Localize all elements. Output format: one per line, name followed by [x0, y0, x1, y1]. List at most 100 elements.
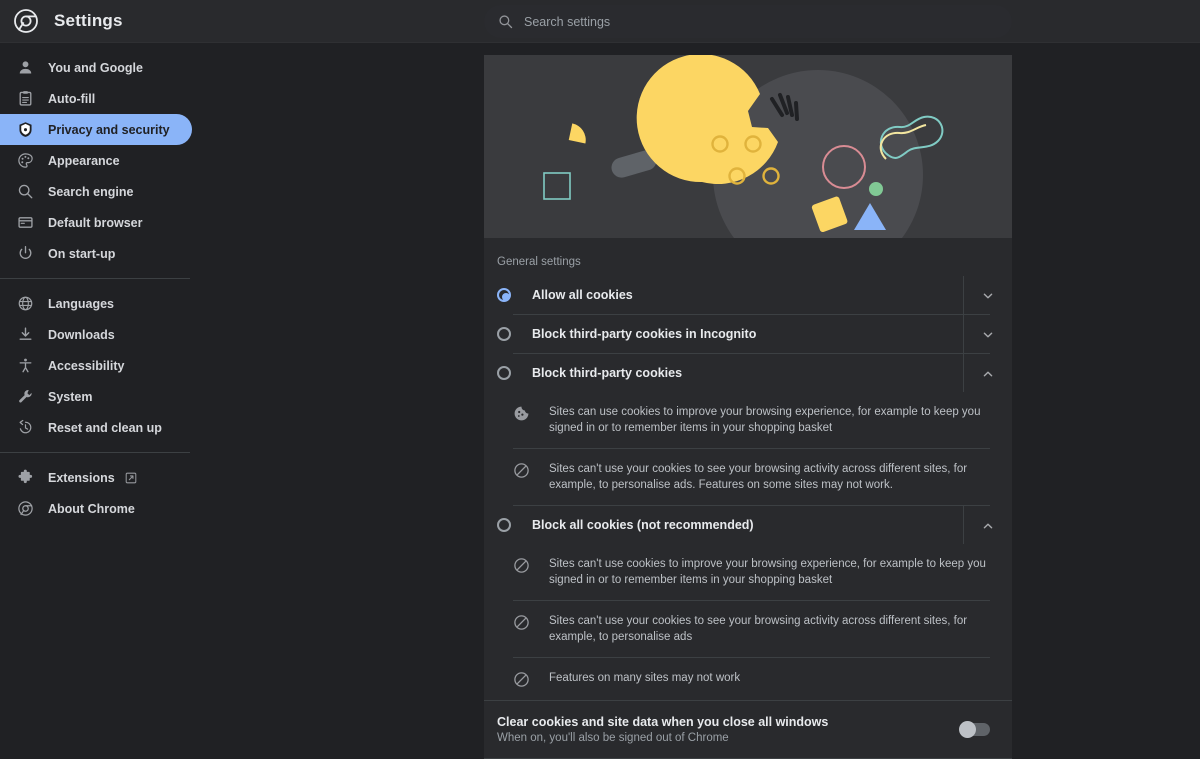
detail-row: Sites can't use cookies to improve your …: [484, 544, 1012, 600]
sidebar-divider: [0, 278, 190, 279]
option-allow-all-cookies[interactable]: Allow all cookies: [484, 276, 1012, 314]
sidebar-item-about-chrome[interactable]: About Chrome: [0, 493, 192, 524]
sidebar-item-you-and-google[interactable]: You and Google: [0, 52, 192, 83]
clear-cookies-texts: Clear cookies and site data when you clo…: [497, 715, 960, 744]
radio-allow-all-cookies[interactable]: [497, 288, 511, 302]
sidebar-group-advanced: Languages Downloads Accessibility System…: [0, 288, 195, 443]
detail-text: Features on many sites may not work: [549, 672, 741, 684]
clipboard-icon: [16, 90, 34, 108]
sidebar-item-label: Reset and clean up: [48, 420, 162, 435]
option-label: Block third-party cookies: [532, 366, 683, 380]
sidebar-item-label: Appearance: [48, 153, 120, 168]
option-label: Block all cookies (not recommended): [532, 518, 754, 532]
search-icon: [16, 183, 34, 201]
sidebar-item-system[interactable]: System: [0, 381, 192, 412]
sidebar-item-label: Search engine: [48, 184, 134, 199]
sidebar-group-main: You and Google Auto-fill Privacy and sec…: [0, 52, 195, 269]
accessibility-icon: [16, 357, 34, 375]
detail-row: Sites can't use your cookies to see your…: [484, 601, 1012, 657]
sidebar-item-label: Downloads: [48, 327, 115, 342]
sidebar-item-extensions[interactable]: Extensions: [0, 462, 192, 493]
puzzle-icon: [16, 469, 34, 487]
detail-text: Sites can use cookies to improve your br…: [549, 406, 981, 434]
clear-cookies-title: Clear cookies and site data when you clo…: [497, 715, 829, 729]
option-label: Block third-party cookies in Incognito: [532, 327, 757, 341]
sidebar-item-label: On start-up: [48, 246, 116, 261]
sidebar-item-auto-fill[interactable]: Auto-fill: [0, 83, 192, 114]
collapse-block-all-cookies[interactable]: [963, 506, 1012, 544]
palette-icon: [16, 152, 34, 170]
download-icon: [16, 326, 34, 344]
page-title: Settings: [54, 11, 123, 30]
sidebar-item-label: Accessibility: [48, 358, 125, 373]
detail-text: Sites can't use your cookies to see your…: [549, 463, 968, 491]
app-header: Settings: [0, 0, 1200, 43]
sidebar-item-label: System: [48, 389, 93, 404]
cookies-settings-card: General settings Allow all cookies Block…: [484, 55, 1012, 759]
expand-allow-all-cookies[interactable]: [963, 276, 1012, 314]
sidebar-item-label: Privacy and security: [48, 122, 170, 137]
search-settings-bar[interactable]: [484, 5, 1012, 38]
clear-cookies-on-close-row[interactable]: Clear cookies and site data when you clo…: [484, 700, 1012, 758]
sidebar-item-label: Languages: [48, 296, 114, 311]
section-label: General settings: [497, 256, 581, 268]
sidebar-item-label: Extensions: [48, 470, 115, 485]
sidebar-item-label: About Chrome: [48, 501, 135, 516]
block-icon: [513, 557, 530, 574]
block-icon: [513, 614, 530, 631]
option-block-all-cookies[interactable]: Block all cookies (not recommended): [484, 506, 1012, 544]
history-restore-icon: [16, 419, 34, 437]
chrome-logo-icon: [14, 9, 38, 33]
option-block-third-party-incognito[interactable]: Block third-party cookies in Incognito: [484, 315, 1012, 353]
chevron-up-icon: [982, 519, 994, 531]
sidebar-item-appearance[interactable]: Appearance: [0, 145, 192, 176]
sidebar-item-label: Default browser: [48, 215, 143, 230]
clear-cookies-toggle[interactable]: [959, 721, 990, 738]
detail-text: Sites can't use your cookies to see your…: [549, 615, 968, 643]
sidebar-item-default-browser[interactable]: Default browser: [0, 207, 192, 238]
detail-row: Sites can't use your cookies to see your…: [484, 449, 1012, 505]
option-label: Allow all cookies: [532, 288, 633, 302]
expand-block-third-party-incognito[interactable]: [963, 315, 1012, 353]
person-icon: [16, 59, 34, 77]
sidebar-item-privacy-and-security[interactable]: Privacy and security: [0, 114, 192, 145]
sidebar-item-search-engine[interactable]: Search engine: [0, 176, 192, 207]
block-icon: [513, 671, 530, 688]
sidebar-divider: [0, 452, 190, 453]
chrome-outline-icon: [16, 500, 34, 518]
sidebar-group-footer: Extensions About Chrome: [0, 462, 195, 524]
sidebar-item-on-start-up[interactable]: On start-up: [0, 238, 192, 269]
sidebar-item-languages[interactable]: Languages: [0, 288, 192, 319]
detail-text: Sites can't use cookies to improve your …: [549, 558, 986, 586]
detail-row: Features on many sites may not work: [484, 658, 1012, 700]
chevron-down-icon: [982, 328, 994, 340]
settings-sidebar: You and Google Auto-fill Privacy and sec…: [0, 43, 195, 750]
sidebar-item-label: You and Google: [48, 60, 143, 75]
collapse-block-third-party-cookies[interactable]: [963, 354, 1012, 392]
shield-icon: [16, 121, 34, 139]
radio-block-all-cookies[interactable]: [497, 518, 511, 532]
search-icon: [498, 14, 513, 29]
clear-cookies-subtitle: When on, you'll also be signed out of Ch…: [497, 732, 729, 744]
window-icon: [16, 214, 34, 232]
chevron-down-icon: [982, 289, 994, 301]
sidebar-item-downloads[interactable]: Downloads: [0, 319, 192, 350]
cookie-illustration: [484, 55, 1012, 238]
cookie-icon: [513, 405, 530, 422]
general-settings-body: General settings Allow all cookies Block…: [484, 238, 1012, 759]
wrench-icon: [16, 388, 34, 406]
sidebar-item-label: Auto-fill: [48, 91, 96, 106]
toggle-knob: [959, 721, 976, 738]
radio-block-third-party-cookies[interactable]: [497, 366, 511, 380]
detail-row: Sites can use cookies to improve your br…: [484, 392, 1012, 448]
sidebar-item-reset-and-clean-up[interactable]: Reset and clean up: [0, 412, 192, 443]
globe-icon: [16, 295, 34, 313]
power-icon: [16, 245, 34, 263]
radio-block-third-party-incognito[interactable]: [497, 327, 511, 341]
search-input[interactable]: [524, 14, 998, 29]
external-link-icon[interactable]: [125, 472, 137, 484]
block-icon: [513, 462, 530, 479]
sidebar-item-accessibility[interactable]: Accessibility: [0, 350, 192, 381]
chevron-up-icon: [982, 367, 994, 379]
option-block-third-party-cookies[interactable]: Block third-party cookies: [484, 354, 1012, 392]
